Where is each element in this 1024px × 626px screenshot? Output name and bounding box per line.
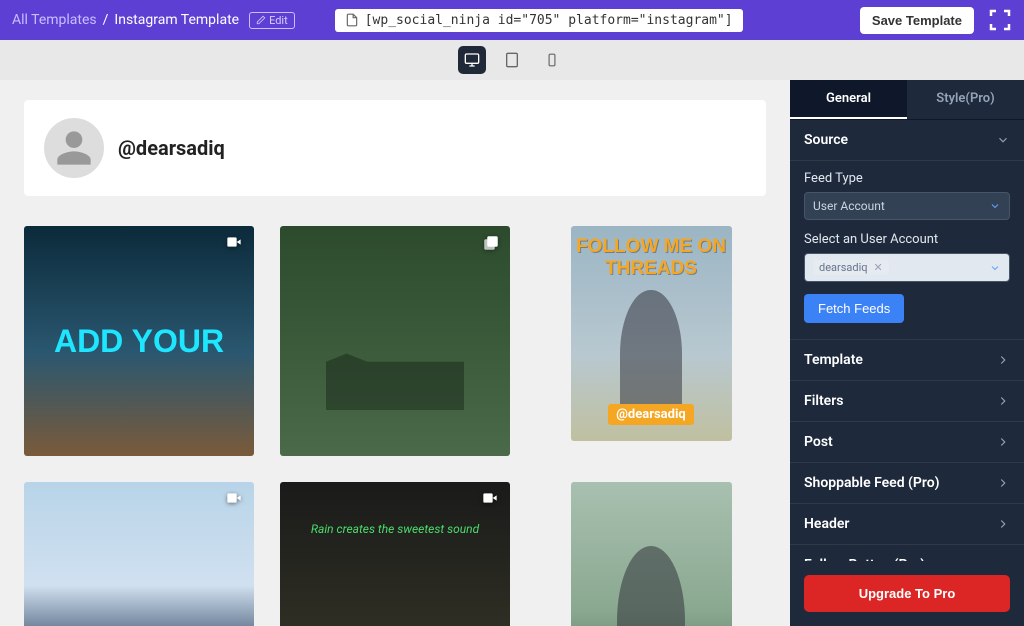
tablet-icon [504,52,520,68]
account-chip[interactable]: dearsadiq ✕ [813,260,889,275]
tab-general[interactable]: General [790,80,907,119]
feed-header-card: @dearsadiq [24,100,766,196]
select-account-label: Select an User Account [804,232,1010,247]
feed-type-label: Feed Type [804,171,1010,186]
section-template[interactable]: Template [790,340,1024,381]
section-follow-button[interactable]: Follow Button (Pro) [790,545,1024,561]
section-title: Post [804,434,833,450]
fetch-feeds-button[interactable]: Fetch Feeds [804,294,904,323]
chevron-right-icon [996,558,1010,561]
feed-grid: ADD YOUR FOLLOW ME ON THREADS @dearsadiq… [0,216,790,626]
file-icon [345,13,359,27]
feed-post[interactable]: FOLLOW ME ON THREADS @dearsadiq [571,226,732,441]
breadcrumb-root-link[interactable]: All Templates [12,12,97,28]
section-source-body: Feed Type User Account Select an User Ac… [790,161,1024,340]
desktop-device-button[interactable] [458,46,486,74]
video-icon [480,490,500,506]
save-template-button[interactable]: Save Template [860,7,974,34]
chevron-right-icon [996,394,1010,408]
section-title: Shoppable Feed (Pro) [804,475,940,491]
desktop-icon [464,52,480,68]
section-title: Source [804,132,848,148]
avatar [44,118,104,178]
chevron-right-icon [996,353,1010,367]
post-tag: @dearsadiq [608,404,693,425]
shortcode-text: [wp_social_ninja id="705" platform="inst… [365,13,733,28]
post-overlay-text: ADD YOUR [54,325,224,357]
breadcrumb-separator: / [103,12,109,28]
section-source-header[interactable]: Source [790,120,1024,161]
pencil-icon [256,15,266,25]
chip-label: dearsadiq [819,261,868,274]
chevron-down-icon [996,133,1010,147]
feed-post[interactable] [571,482,732,626]
feed-post[interactable] [24,482,254,626]
breadcrumb: All Templates / Instagram Template Edit [12,12,295,29]
post-quote: Rain creates the sweetest sound [311,522,479,536]
close-icon[interactable]: ✕ [874,261,883,274]
feed-type-select[interactable]: User Account [804,192,1010,220]
edit-label: Edit [269,14,288,27]
fullscreen-icon[interactable] [988,8,1012,32]
sidebar-tabs: General Style(Pro) [790,80,1024,120]
settings-panel[interactable]: Source Feed Type User Account Select an … [790,120,1024,561]
feed-post[interactable] [280,226,510,456]
section-title: Header [804,516,849,532]
post-overlay-text: FOLLOW ME ON THREADS [571,236,732,280]
breadcrumb-current: Instagram Template [114,12,239,28]
feed-post[interactable]: ADD YOUR [24,226,254,456]
person-icon [54,128,94,168]
upgrade-to-pro-button[interactable]: Upgrade To Pro [804,575,1010,612]
section-title: Template [804,352,863,368]
user-account-select[interactable]: dearsadiq ✕ [804,253,1010,282]
feed-post[interactable]: Rain creates the sweetest sound [280,482,510,626]
edit-badge[interactable]: Edit [249,12,295,29]
chevron-right-icon [996,435,1010,449]
video-icon [224,234,244,250]
mobile-device-button[interactable] [538,46,566,74]
tab-style[interactable]: Style(Pro) [907,80,1024,119]
preview-pane[interactable]: @dearsadiq ADD YOUR FOLLOW ME ON THREADS… [0,80,790,626]
carousel-icon [482,234,500,252]
settings-sidebar: General Style(Pro) Source Feed Type User… [790,80,1024,626]
section-title: Follow Button (Pro) [804,557,925,561]
section-title: Filters [804,393,843,409]
shortcode-box[interactable]: [wp_social_ninja id="705" platform="inst… [335,9,743,32]
device-bar [0,40,1024,80]
mobile-icon [545,53,559,67]
section-header[interactable]: Header [790,504,1024,545]
chevron-right-icon [996,517,1010,531]
main-area: @dearsadiq ADD YOUR FOLLOW ME ON THREADS… [0,80,1024,626]
tablet-device-button[interactable] [498,46,526,74]
select-value: User Account [813,199,885,213]
chevron-right-icon [996,476,1010,490]
section-post[interactable]: Post [790,422,1024,463]
chevron-down-icon [989,262,1001,274]
section-filters[interactable]: Filters [790,381,1024,422]
section-shoppable[interactable]: Shoppable Feed (Pro) [790,463,1024,504]
video-icon [224,490,244,506]
chevron-down-icon [989,200,1001,212]
username: @dearsadiq [118,136,225,160]
top-bar: All Templates / Instagram Template Edit … [0,0,1024,40]
